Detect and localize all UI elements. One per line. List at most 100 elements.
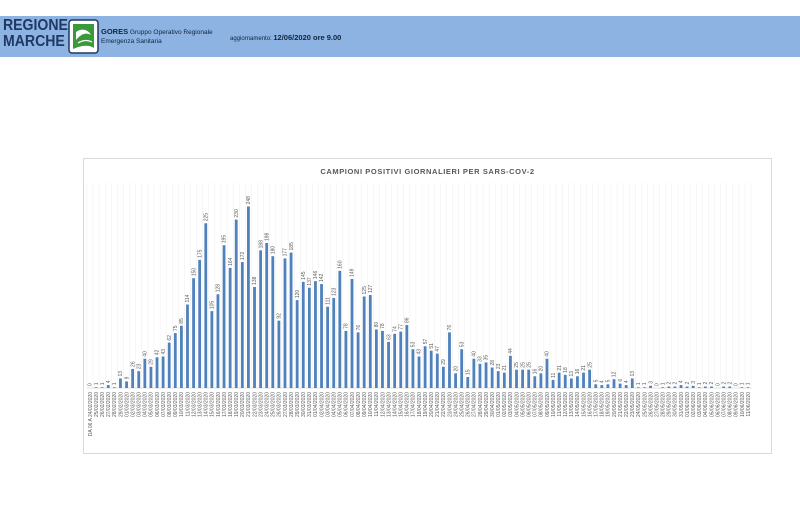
bar [557,372,561,388]
data-label: 142 [319,273,325,282]
bar [143,358,147,388]
x-tick-label: 08/06/2020 [728,392,734,417]
data-label: 16 [575,369,581,375]
data-label: 2 [727,382,733,385]
bar [545,358,549,388]
data-label: 114 [185,294,191,302]
x-tick-label: 09/04/2020 [362,392,368,417]
x-tick-label: 21/05/2020 [618,392,624,417]
regione-marche-emblem-icon [68,19,99,54]
bar [301,281,305,388]
bar [125,381,128,388]
x-tick-label: 28/02/2020 [112,392,118,417]
bar [484,362,488,388]
x-tick-label: 31/03/2020 [307,392,313,417]
bar [210,311,214,388]
bar [161,356,165,388]
x-tick-label: 04/05/2020 [514,392,520,417]
x-tick-label: 08/03/2020 [167,392,173,417]
data-label: 230 [234,209,240,218]
x-tick-label: 31/05/2020 [679,392,685,417]
data-label: 85 [179,318,185,324]
data-label: 4 [624,380,630,383]
bar [466,377,470,388]
bar [624,385,628,388]
x-tick-label: 26/05/2020 [648,392,654,417]
x-tick-label: 02/04/2020 [319,392,325,417]
bar [636,387,640,388]
data-label: 1 [740,382,746,385]
x-tick-label: 05/04/2020 [338,392,344,417]
x-tick-label: 22/03/2020 [252,392,258,417]
data-label: 40 [472,351,478,357]
data-label: 44 [508,348,514,354]
bar [167,342,171,388]
bar [222,245,226,388]
x-tick-label: 07/03/2020 [161,392,167,417]
data-label: 26 [130,361,136,367]
x-tick-label: 16/03/2020 [216,392,222,417]
x-tick-label: 03/05/2020 [508,392,514,417]
bar [393,333,397,388]
data-label: 0 [88,383,94,386]
bar [307,287,311,388]
bar [228,267,232,388]
bar [673,386,677,388]
bar [179,325,183,388]
data-label: 2 [667,382,673,385]
x-tick-label: 24/05/2020 [636,392,642,417]
data-label: 20 [539,366,545,372]
bar [533,376,537,388]
x-tick-label: 10/06/2020 [740,392,746,417]
x-tick-label: 09/06/2020 [734,392,740,417]
data-label: 21 [502,365,508,371]
bar [204,223,208,388]
bar [271,256,275,388]
bar [368,295,372,388]
bar [618,383,622,388]
bar [527,369,531,388]
x-tick-label: 13/04/2020 [386,392,392,417]
x-tick-label: 04/03/2020 [143,392,149,417]
logo-text-regione: REGIONE [3,17,68,34]
data-label: 43 [161,349,167,355]
bar [137,371,141,388]
x-tick-label: 30/05/2020 [673,392,679,417]
data-label: 42 [155,349,161,355]
bar [405,325,409,388]
data-label: 0 [715,383,721,386]
data-label: 21 [557,365,563,371]
x-tick-label: 14/05/2020 [575,392,581,417]
data-label: 25 [526,362,532,368]
x-tick-label: 29/03/2020 [295,392,301,417]
bar [173,333,177,388]
x-tick-label: 14/03/2020 [204,392,210,417]
bar [643,387,646,388]
data-label: 175 [197,249,203,258]
x-tick-label: 15/05/2020 [581,392,587,417]
update-label: aggiornamento: [230,36,272,42]
bar [582,372,585,388]
x-tick-label: 28/04/2020 [478,392,484,417]
bar [350,278,354,388]
x-tick-label: 05/05/2020 [520,392,526,417]
data-label: 53 [411,341,417,347]
x-tick-label: 18/04/2020 [417,392,423,417]
bar [381,330,384,388]
data-label: 80 [374,322,380,328]
bar [612,379,616,388]
bar [100,387,104,388]
data-label: 128 [216,284,222,293]
update-info: aggiornamento: 12/06/2020 ore 9.00 [230,33,341,44]
x-tick-label: 19/04/2020 [423,392,429,417]
data-label: 138 [252,276,258,285]
bar [259,250,263,388]
x-tick-label: 14/04/2020 [392,392,398,417]
bar [679,385,683,388]
x-tick-label: 28/05/2020 [661,392,667,417]
data-label: 13 [569,371,575,377]
bar [606,384,610,388]
bar [569,378,573,388]
bar [460,349,464,388]
x-tick-label: 02/06/2020 [691,392,697,417]
